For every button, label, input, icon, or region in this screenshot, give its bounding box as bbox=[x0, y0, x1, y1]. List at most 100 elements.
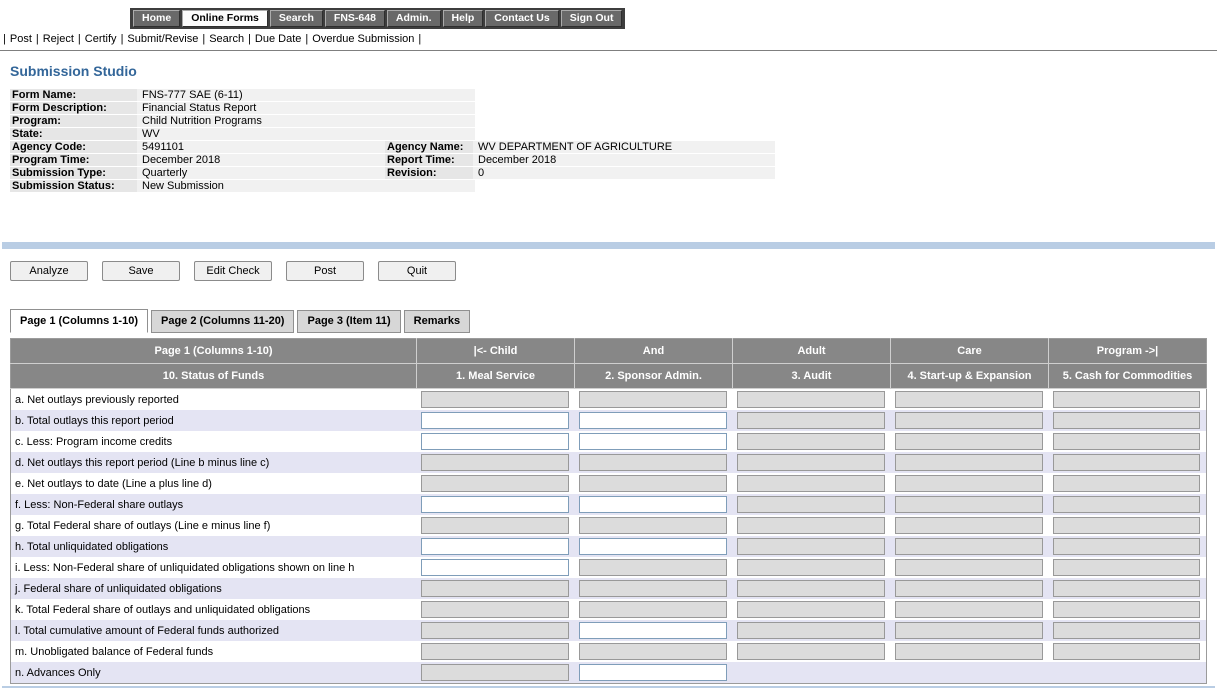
cell-f-col3 bbox=[733, 494, 891, 515]
info-label-submission-type: Submission Type: bbox=[10, 167, 137, 179]
input-f-col1[interactable] bbox=[421, 496, 569, 513]
row-label-f: f. Less: Non-Federal share outlays bbox=[11, 494, 417, 515]
tab-remarks[interactable]: Remarks bbox=[404, 310, 470, 333]
menu-item-certify[interactable]: Certify bbox=[85, 33, 117, 45]
cell-j-col4 bbox=[891, 578, 1049, 599]
input-h-col2[interactable] bbox=[579, 538, 727, 555]
info-label-agency-code: Agency Code: bbox=[10, 141, 137, 153]
post-button[interactable]: Post bbox=[286, 261, 364, 281]
row-label-e: e. Net outlays to date (Line a plus line… bbox=[11, 473, 417, 494]
input-b-col5 bbox=[1053, 412, 1201, 429]
grid-header-cell-care: Care bbox=[891, 339, 1049, 364]
input-h-col4 bbox=[895, 538, 1043, 555]
grid-header-cell-1-meal-service: 1. Meal Service bbox=[417, 364, 575, 389]
info-value-program: Child Nutrition Programs bbox=[137, 115, 475, 127]
menu-item-due-date[interactable]: Due Date bbox=[255, 33, 301, 45]
cell-b-col5 bbox=[1049, 410, 1207, 431]
status-of-funds-table: Page 1 (Columns 1-10)|<- ChildAndAdultCa… bbox=[10, 338, 1207, 684]
input-l-col2[interactable] bbox=[579, 622, 727, 639]
menu-item-submit-revise[interactable]: Submit/Revise bbox=[127, 33, 198, 45]
cell-k-col3 bbox=[733, 599, 891, 620]
cell-l-col4 bbox=[891, 620, 1049, 641]
menu-item-post[interactable]: Post bbox=[10, 33, 32, 45]
input-c-col1[interactable] bbox=[421, 433, 569, 450]
info-row: Form Name:FNS-777 SAE (6-11) bbox=[10, 89, 1217, 101]
input-n-col2[interactable] bbox=[579, 664, 727, 681]
tab-page-2-columns-11-20[interactable]: Page 2 (Columns 11-20) bbox=[151, 310, 295, 333]
input-f-col2[interactable] bbox=[579, 496, 727, 513]
cell-h-col5 bbox=[1049, 536, 1207, 557]
table-row-a: a. Net outlays previously reported bbox=[11, 389, 1207, 411]
cell-a-col4 bbox=[891, 389, 1049, 411]
menu-item-search[interactable]: Search bbox=[209, 33, 244, 45]
input-m-col1 bbox=[421, 643, 569, 660]
info-value-agency-code: 5491101 bbox=[137, 141, 385, 153]
input-d-col5 bbox=[1053, 454, 1201, 471]
nav-item-fns-648[interactable]: FNS-648 bbox=[325, 10, 385, 27]
cell-i-col4 bbox=[891, 557, 1049, 578]
menu-separator: | bbox=[3, 33, 6, 45]
info-value-submission-type: Quarterly bbox=[137, 167, 385, 179]
input-b-col2[interactable] bbox=[579, 412, 727, 429]
table-row-g: g. Total Federal share of outlays (Line … bbox=[11, 515, 1207, 536]
input-h-col1[interactable] bbox=[421, 538, 569, 555]
input-k-col1 bbox=[421, 601, 569, 618]
cell-f-col2 bbox=[575, 494, 733, 515]
cell-j-col2 bbox=[575, 578, 733, 599]
table-row-f: f. Less: Non-Federal share outlays bbox=[11, 494, 1207, 515]
nav-item-admin[interactable]: Admin. bbox=[387, 10, 441, 27]
input-a-col5 bbox=[1053, 391, 1201, 408]
input-e-col4 bbox=[895, 475, 1043, 492]
nav-item-help[interactable]: Help bbox=[443, 10, 484, 27]
page-title: Submission Studio bbox=[10, 63, 1217, 79]
grid-header-cell-adult: Adult bbox=[733, 339, 891, 364]
cell-l-col1 bbox=[417, 620, 575, 641]
info-label-program: Program: bbox=[10, 115, 137, 127]
quit-button[interactable]: Quit bbox=[378, 261, 456, 281]
input-c-col2[interactable] bbox=[579, 433, 727, 450]
row-label-h: h. Total unliquidated obligations bbox=[11, 536, 417, 557]
edit-check-button[interactable]: Edit Check bbox=[194, 261, 272, 281]
grid-header-cell-10-status-of-funds: 10. Status of Funds bbox=[11, 364, 417, 389]
nav-item-online-forms[interactable]: Online Forms bbox=[182, 10, 268, 27]
tab-page-3-item-11[interactable]: Page 3 (Item 11) bbox=[297, 310, 400, 333]
nav-item-search[interactable]: Search bbox=[270, 10, 323, 27]
cell-k-col1 bbox=[417, 599, 575, 620]
grid-header-cell-5-cash-for-commodities: 5. Cash for Commodities bbox=[1049, 364, 1207, 389]
menu-separator: | bbox=[418, 33, 421, 45]
analyze-button[interactable]: Analyze bbox=[10, 261, 88, 281]
row-label-a: a. Net outlays previously reported bbox=[11, 389, 417, 411]
menu-item-reject[interactable]: Reject bbox=[43, 33, 74, 45]
nav-item-contact-us[interactable]: Contact Us bbox=[485, 10, 558, 27]
menu-item-overdue-submission[interactable]: Overdue Submission bbox=[312, 33, 414, 45]
nav-item-home[interactable]: Home bbox=[133, 10, 180, 27]
tab-page-1-columns-1-10[interactable]: Page 1 (Columns 1-10) bbox=[10, 309, 148, 333]
row-label-k: k. Total Federal share of outlays and un… bbox=[11, 599, 417, 620]
info-label-submission-status: Submission Status: bbox=[10, 180, 137, 192]
cell-l-col2 bbox=[575, 620, 733, 641]
cell-k-col5 bbox=[1049, 599, 1207, 620]
table-row-b: b. Total outlays this report period bbox=[11, 410, 1207, 431]
menu-separator: | bbox=[248, 33, 251, 45]
input-d-col2 bbox=[579, 454, 727, 471]
input-e-col3 bbox=[737, 475, 885, 492]
cell-n-col2 bbox=[575, 662, 733, 684]
cell-l-col3 bbox=[733, 620, 891, 641]
input-m-col2 bbox=[579, 643, 727, 660]
cell-e-col3 bbox=[733, 473, 891, 494]
row-label-b: b. Total outlays this report period bbox=[11, 410, 417, 431]
save-button[interactable]: Save bbox=[102, 261, 180, 281]
cell-g-col2 bbox=[575, 515, 733, 536]
input-b-col1[interactable] bbox=[421, 412, 569, 429]
cell-j-col5 bbox=[1049, 578, 1207, 599]
input-d-col3 bbox=[737, 454, 885, 471]
info-value-agency-name: WV DEPARTMENT OF AGRICULTURE bbox=[473, 141, 775, 153]
input-j-col1 bbox=[421, 580, 569, 597]
cell-h-col3 bbox=[733, 536, 891, 557]
nav-item-sign-out[interactable]: Sign Out bbox=[561, 10, 623, 27]
cell-b-col4 bbox=[891, 410, 1049, 431]
input-i-col1[interactable] bbox=[421, 559, 569, 576]
input-f-col5 bbox=[1053, 496, 1201, 513]
input-l-col3 bbox=[737, 622, 885, 639]
input-m-col3 bbox=[737, 643, 885, 660]
